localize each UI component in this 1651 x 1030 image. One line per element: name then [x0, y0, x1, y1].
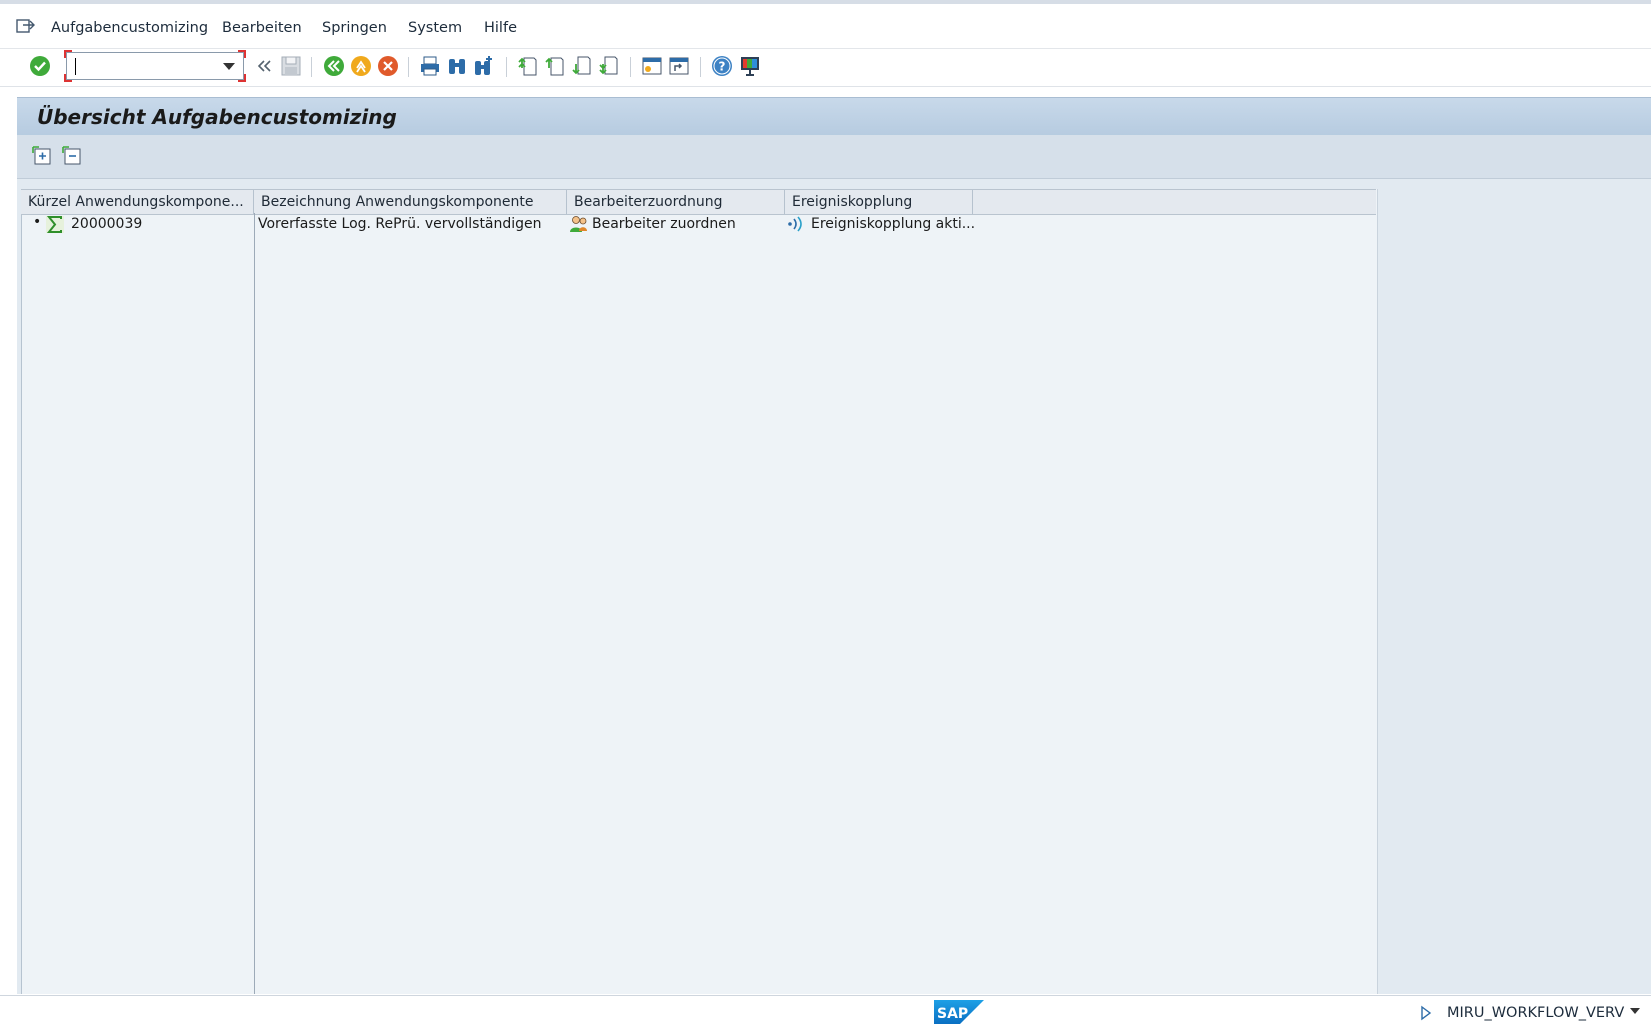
save-icon[interactable] — [279, 54, 303, 78]
chevron-down-icon[interactable] — [223, 63, 235, 70]
column-header-bearbeiterzuordnung[interactable]: Bearbeiterzuordnung — [567, 190, 785, 214]
menu-exit-icon[interactable] — [16, 16, 36, 34]
back-icon[interactable] — [322, 54, 346, 78]
command-field[interactable] — [64, 50, 246, 82]
status-bar — [0, 995, 1651, 1030]
create-shortcut-icon[interactable] — [667, 54, 691, 78]
menu-aufgabencustomizing[interactable]: Aufgabencustomizing — [51, 20, 208, 36]
exit-icon[interactable] — [349, 54, 373, 78]
system-toolbar — [0, 49, 1651, 87]
customize-layout-icon[interactable] — [738, 54, 762, 78]
system-info[interactable]: MIRU_WORKFLOW_VERV — [1447, 1005, 1624, 1021]
column-header-bezeichnung[interactable]: Bezeichnung Anwendungskomponente — [254, 190, 567, 214]
print-icon[interactable] — [418, 54, 442, 78]
user-assign-icon[interactable] — [569, 215, 588, 233]
text-cursor — [75, 58, 76, 75]
sum-icon — [46, 216, 64, 233]
chevron-down-icon[interactable] — [1630, 1008, 1640, 1014]
column-header-ereigniskopplung[interactable]: Ereigniskopplung — [785, 190, 973, 214]
application-toolbar — [17, 135, 1651, 179]
table-row[interactable]: • 20000039 Vorerfasste Log. RePrü. vervo… — [21, 214, 1376, 237]
cancel-icon[interactable] — [376, 54, 400, 78]
menu-bar: Aufgabencustomizing Bearbeiten Springen … — [0, 4, 1651, 49]
assign-processor-link[interactable]: Bearbeiter zuordnen — [592, 216, 736, 232]
menu-system[interactable]: System — [408, 20, 462, 36]
tree-bullet: • — [33, 214, 42, 230]
last-page-icon[interactable] — [597, 54, 621, 78]
task-description: Vorerfasste Log. RePrü. vervollständigen — [258, 216, 542, 232]
enter-icon[interactable] — [28, 54, 52, 78]
expand-all-icon[interactable] — [31, 145, 53, 167]
command-input[interactable] — [73, 56, 217, 78]
title-bar: Übersicht Aufgabencustomizing — [17, 97, 1651, 136]
collapse-all-icon[interactable] — [61, 145, 83, 167]
page-title: Übersicht Aufgabencustomizing — [37, 105, 397, 129]
svg-text:?: ? — [719, 60, 726, 74]
event-linkage-link[interactable]: Ereigniskopplung akti... — [811, 216, 975, 232]
double-chevron-left-icon[interactable] — [252, 54, 276, 78]
next-page-icon[interactable] — [570, 54, 594, 78]
column-header-kuerzel[interactable]: Kürzel Anwendungskompone... — [21, 190, 254, 214]
previous-page-icon[interactable] — [543, 54, 567, 78]
task-tree — [21, 189, 1378, 994]
find-icon[interactable] — [445, 54, 469, 78]
find-next-icon[interactable] — [472, 54, 496, 78]
play-icon[interactable] — [1420, 1005, 1432, 1021]
menu-hilfe[interactable]: Hilfe — [484, 20, 517, 36]
help-icon[interactable]: ? — [710, 54, 734, 78]
first-page-icon[interactable] — [516, 54, 540, 78]
tree-header: Kürzel Anwendungskompone... Bezeichnung … — [21, 189, 1376, 215]
menu-springen[interactable]: Springen — [322, 20, 387, 36]
task-id[interactable]: 20000039 — [71, 216, 142, 232]
menu-bearbeiten[interactable]: Bearbeiten — [222, 20, 302, 36]
sap-logo: SAP — [934, 1000, 984, 1024]
svg-text:SAP: SAP — [937, 1006, 968, 1022]
column-divider — [254, 213, 255, 994]
create-session-icon[interactable] — [640, 54, 664, 78]
event-linkage-icon[interactable] — [787, 216, 807, 232]
